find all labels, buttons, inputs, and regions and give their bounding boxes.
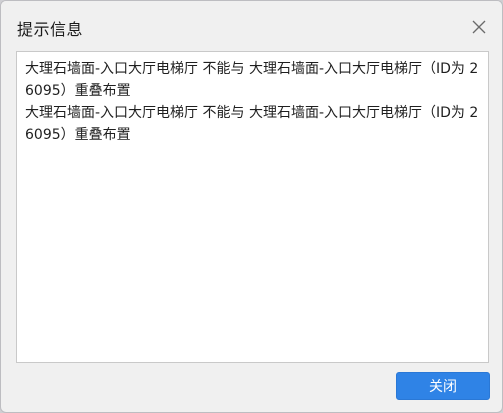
message-line: 大理石墙面-入口大厅电梯厅 不能与 大理石墙面-入口大厅电梯厅（ID为 2609… [25, 105, 479, 143]
close-icon-glyph [472, 20, 486, 34]
dialog-title: 提示信息 [17, 20, 84, 39]
dialog-titlebar: 提示信息 [1, 1, 502, 51]
message-line: 大理石墙面-入口大厅电梯厅 不能与 大理石墙面-入口大厅电梯厅（ID为 2609… [25, 61, 479, 99]
close-button[interactable]: 关闭 [396, 372, 490, 400]
close-icon[interactable] [463, 11, 495, 43]
message-dialog: 提示信息 大理石墙面-入口大厅电梯厅 不能与 大理石墙面-入口大厅电梯厅（ID为… [0, 0, 503, 413]
message-text-area[interactable]: 大理石墙面-入口大厅电梯厅 不能与 大理石墙面-入口大厅电梯厅（ID为 2609… [16, 51, 489, 363]
